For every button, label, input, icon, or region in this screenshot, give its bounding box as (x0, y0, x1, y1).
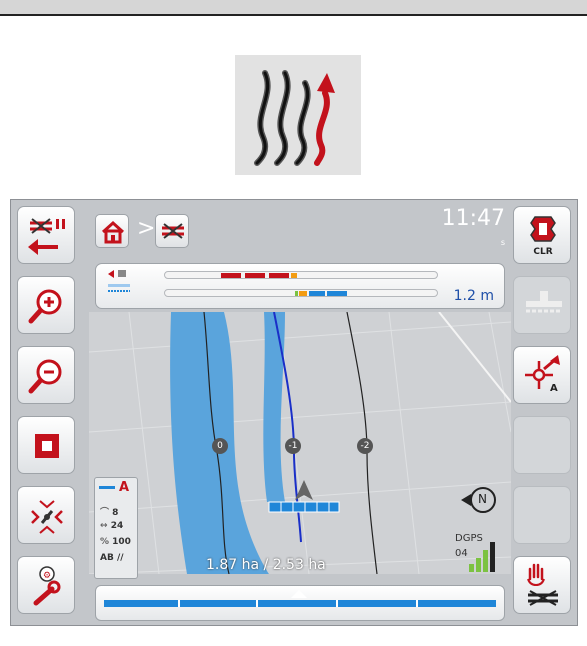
stat-1: ⌒ 8 (100, 508, 119, 518)
lightbar-center (299, 291, 307, 296)
settings-button[interactable]: ⚙ (17, 556, 75, 614)
full-extent-button[interactable] (17, 416, 75, 474)
settings-wrench-icon: ⚙ (33, 566, 61, 606)
empty-slot-2 (513, 486, 571, 544)
lightbar-segment (327, 291, 347, 296)
track-label-minus-2: -2 (357, 438, 373, 454)
implement-offset-icon (108, 270, 130, 292)
area-readout: 1.87 ha / 2.53 ha (206, 557, 326, 573)
lightbar-segment (221, 273, 241, 278)
stat-3-value: 100 (112, 537, 131, 547)
svg-text:⚙: ⚙ (43, 571, 51, 581)
implement-icon (526, 291, 562, 313)
stat-2: ↔ 24 (100, 521, 124, 531)
empty-slot-1 (513, 416, 571, 474)
manual-headland-icon (527, 563, 558, 606)
clock-time: 11:47 (441, 206, 505, 231)
zoom-in-icon (28, 289, 62, 324)
lightbar-center (291, 273, 297, 278)
manual-headland-button[interactable] (513, 556, 571, 614)
section-bar-fill (104, 600, 496, 607)
track-label-0: 0 (212, 438, 228, 454)
clear-field-button[interactable]: CLR (513, 206, 571, 264)
lightbar-bottom-track (164, 289, 438, 297)
field-map[interactable]: 0 -1 -2 N (89, 312, 511, 574)
center-marker-icon (291, 590, 307, 598)
gps-mode: DGPS (455, 533, 483, 544)
parallel-tracks-icon (235, 55, 361, 175)
gps-calibration-button[interactable] (17, 486, 75, 544)
tractor-track-icon (162, 223, 184, 239)
terminal-screen: ⚙ CLR A > 11:47 s 1.2 m 0 -1 -2 N A ⌒ 8 … (10, 199, 578, 626)
section-divider (416, 600, 418, 607)
section-control-bar[interactable] (95, 585, 505, 621)
parallel-guidance-crumb[interactable] (155, 214, 189, 248)
zoom-out-button[interactable] (17, 346, 75, 404)
home-button[interactable] (95, 214, 129, 248)
zoom-in-button[interactable] (17, 276, 75, 334)
pattern-label: AB // (100, 553, 124, 563)
section-divider (178, 600, 180, 607)
mode-label: A (119, 480, 130, 495)
point-a-label: A (550, 383, 558, 394)
stat-1-value: 8 (112, 508, 119, 518)
clr-label: CLR (533, 247, 553, 257)
full-extent-icon (35, 434, 59, 458)
clock-seconds: s (500, 238, 505, 247)
track-recording-pause-button[interactable] (17, 206, 75, 264)
gps-calibration-icon (31, 500, 63, 534)
track-recording-pause-icon (28, 218, 65, 255)
set-point-a-icon (525, 355, 560, 389)
top-divider-bar (0, 0, 587, 16)
breadcrumb-separator: > (137, 216, 156, 241)
header-bar: > 11:47 s (89, 200, 511, 260)
implement-button[interactable] (513, 276, 571, 334)
stat-2-value: 24 (110, 521, 124, 531)
lightbar-top-track (164, 271, 438, 279)
compass-label: N (478, 492, 487, 506)
lightbar-segment (309, 291, 325, 296)
lightbar-marker (295, 291, 298, 296)
cross-track-distance: 1.2 m (453, 288, 494, 304)
lightbar-segment (269, 273, 289, 278)
lightbar-segment (245, 273, 265, 278)
home-icon (101, 220, 125, 244)
zoom-out-icon (28, 359, 62, 394)
map-panel: > 11:47 s 1.2 m 0 -1 -2 N A ⌒ 8 ↔ 24 % 1… (89, 200, 511, 625)
section-divider (336, 600, 338, 607)
lightbar: 1.2 m (95, 263, 505, 309)
track-label-minus-1: -1 (285, 438, 301, 454)
section-divider (256, 600, 258, 607)
info-panel: A ⌒ 8 ↔ 24 % 100 AB // (94, 477, 138, 579)
signal-strength-icon (469, 542, 495, 572)
stat-3: % 100 (100, 537, 131, 547)
satellite-count: 04 (455, 548, 468, 559)
mode-line-icon (99, 486, 115, 489)
set-point-a-button[interactable]: A (513, 346, 571, 404)
